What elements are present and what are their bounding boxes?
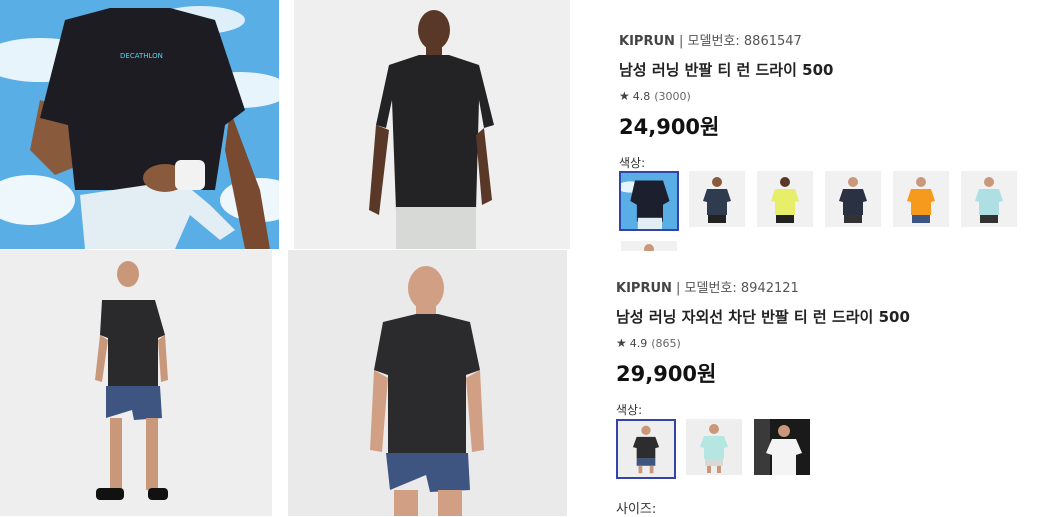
rating-value: 4.8 — [632, 90, 651, 103]
product-rating[interactable]: ★ 4.9 (865) — [616, 336, 1036, 350]
product-info-2: KIPRUN | 모델번호: 8942121 남성 러닝 자외선 차단 반팔 티… — [616, 277, 1036, 418]
rating-value: 4.9 — [629, 337, 648, 350]
review-count: (3000) — [654, 90, 691, 103]
product-meta: KIPRUN | 모델번호: 8942121 — [616, 277, 1036, 296]
product-meta: KIPRUN | 모델번호: 8861547 — [619, 30, 1029, 49]
swatch-thumb-orange — [893, 171, 949, 227]
review-count: (865) — [651, 337, 681, 350]
product-image-4[interactable] — [288, 250, 567, 516]
color-swatch[interactable] — [961, 171, 1017, 227]
product-rating[interactable]: ★ 4.8 (3000) — [619, 89, 1029, 103]
product-title[interactable]: 남성 러닝 자외선 차단 반팔 티 런 드라이 500 — [616, 306, 1036, 327]
product-title[interactable]: 남성 러닝 반팔 티 런 드라이 500 — [619, 59, 1029, 80]
color-swatch[interactable] — [754, 419, 810, 475]
brand-name[interactable]: KIPRUN — [616, 281, 672, 296]
color-label: 색상: — [616, 403, 643, 417]
separator: | — [676, 281, 685, 296]
product-info-1: KIPRUN | 모델번호: 8861547 남성 러닝 반팔 티 런 드라이 … — [619, 30, 1029, 171]
swatch-thumb-white — [754, 419, 810, 475]
product-photo-front — [294, 0, 570, 249]
brand-name[interactable]: KIPRUN — [619, 34, 675, 49]
swatch-thumb-dark-gray — [618, 421, 674, 477]
color-swatch[interactable] — [689, 171, 745, 227]
color-swatch[interactable] — [757, 171, 813, 227]
star-icon: ★ — [616, 336, 627, 350]
swatch-thumb-lime — [757, 171, 813, 227]
color-swatch[interactable] — [616, 419, 676, 479]
product-image-3[interactable] — [0, 250, 272, 516]
model-number: 모델번호: 8942121 — [684, 281, 799, 296]
swatch-thumb-partial — [621, 241, 677, 251]
color-swatches-2 — [616, 419, 916, 481]
product-image-2[interactable] — [294, 0, 570, 249]
swatch-thumb-dark-navy — [825, 171, 881, 227]
color-swatch[interactable] — [619, 171, 679, 231]
color-swatch[interactable] — [893, 171, 949, 227]
color-swatches-1 — [619, 171, 1029, 251]
product-price: 29,900원 — [616, 362, 717, 386]
swatch-thumb-navy — [689, 171, 745, 227]
swatch-thumb-sky — [621, 173, 677, 229]
color-label: 색상: — [619, 156, 646, 170]
product-price: 24,900원 — [619, 115, 720, 139]
product-photo-sky: DECATHLON — [0, 0, 279, 249]
star-icon: ★ — [619, 89, 630, 103]
color-swatch[interactable] — [621, 241, 677, 251]
color-swatch[interactable] — [825, 171, 881, 227]
product-image-1[interactable]: DECATHLON — [0, 0, 279, 249]
model-number: 모델번호: 8861547 — [687, 34, 802, 49]
swatch-thumb-mint — [686, 419, 742, 475]
photo-logo-text: DECATHLON — [120, 52, 163, 60]
product-photo-studio — [288, 250, 567, 516]
size-label: 사이즈: — [616, 502, 657, 517]
product-photo-full-body — [0, 250, 272, 516]
swatch-thumb-mint — [961, 171, 1017, 227]
color-swatch[interactable] — [686, 419, 742, 475]
separator: | — [679, 34, 688, 49]
